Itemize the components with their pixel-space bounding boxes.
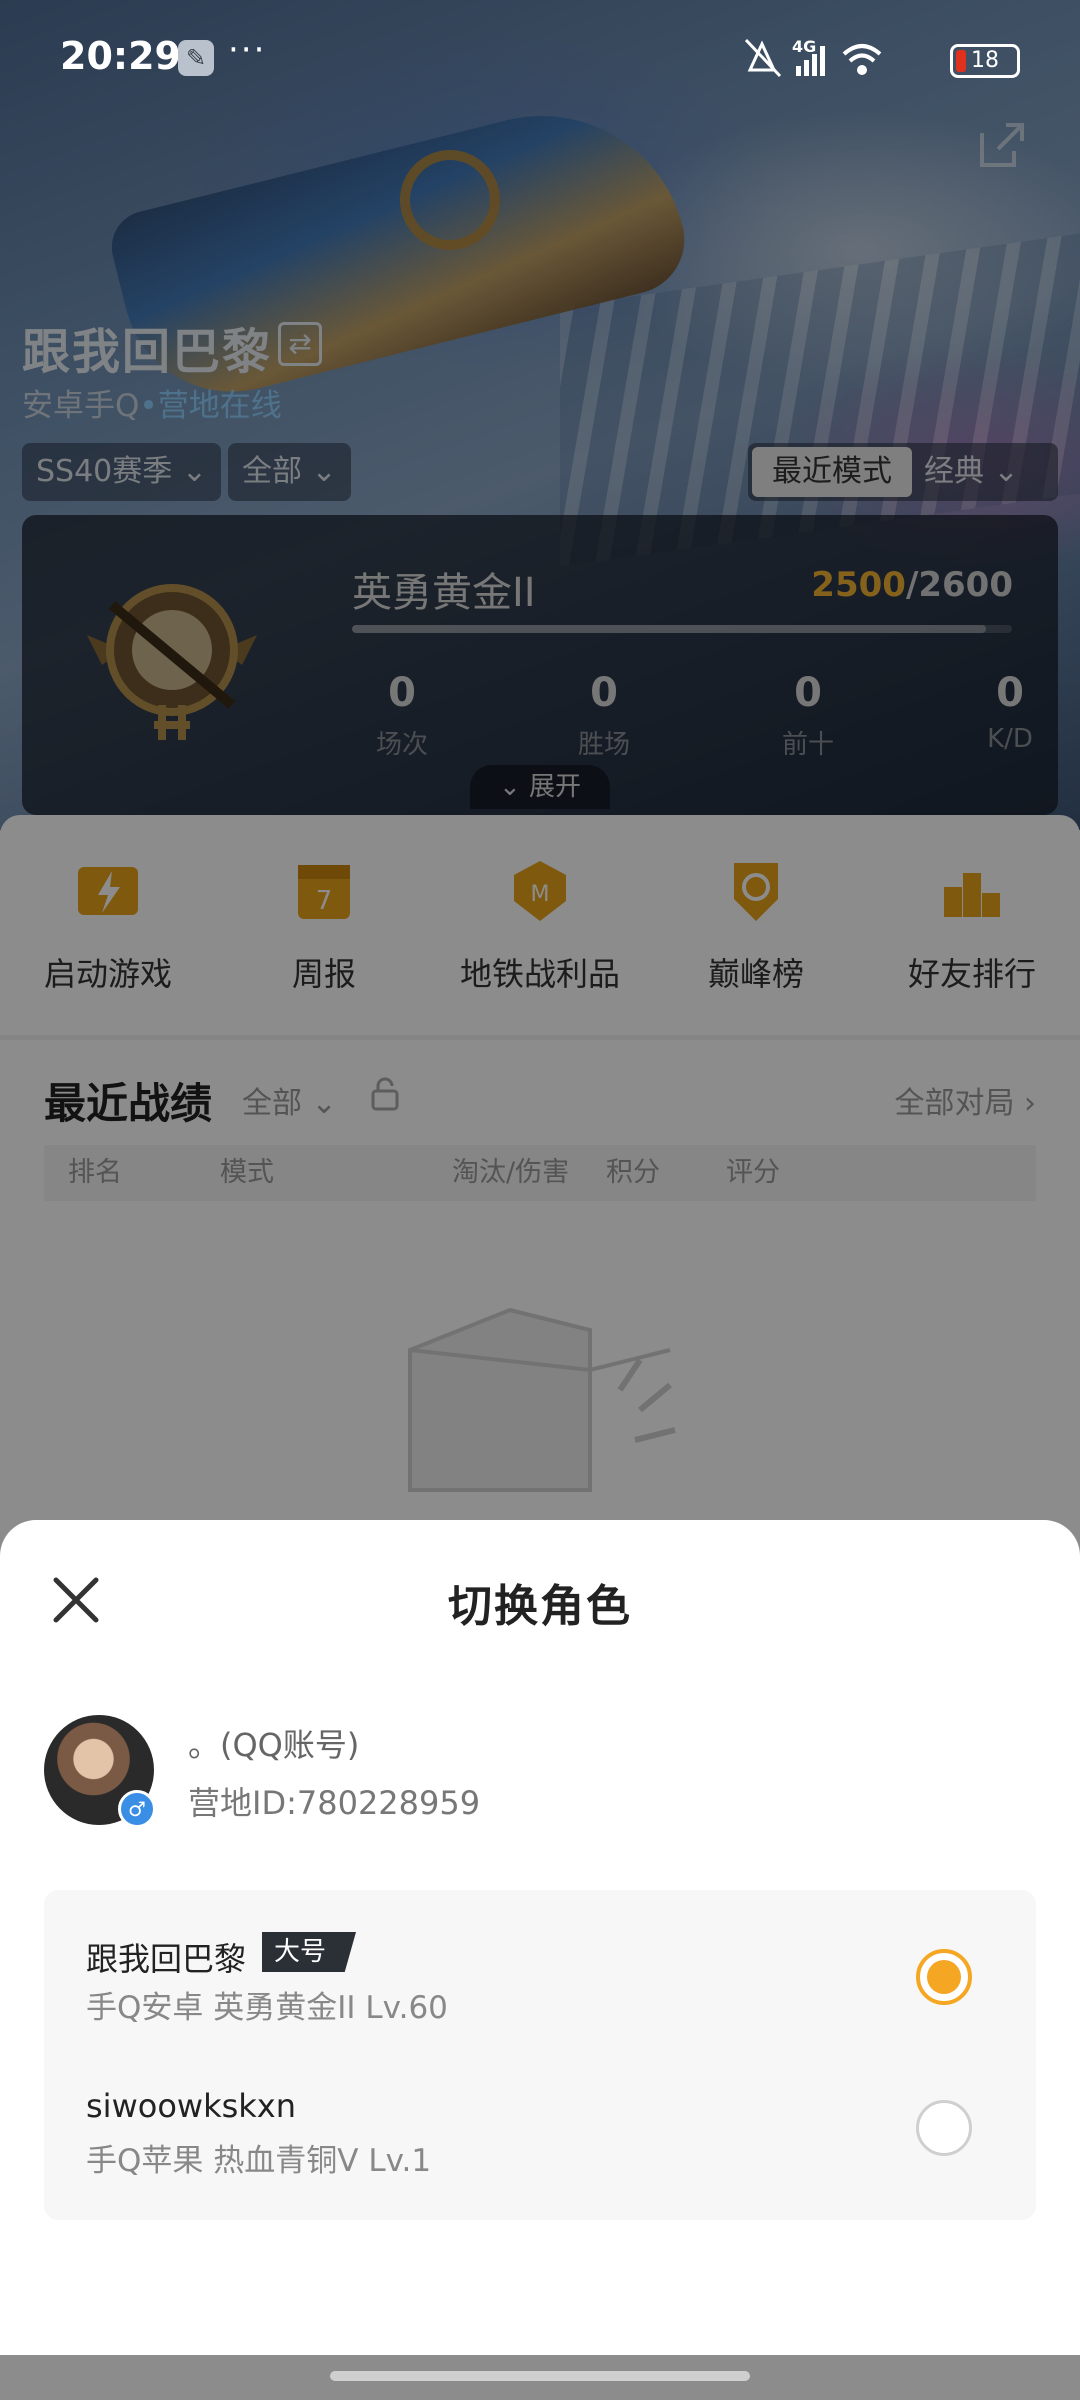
role-item-main[interactable]: 跟我回巴黎 大号 手Q安卓 英勇黄金II Lv.60: [44, 1890, 1036, 2040]
role-item-alt[interactable]: siwoowkskxn 手Q苹果 热血青铜V Lv.1: [44, 2040, 1036, 2190]
status-time: 20:29: [60, 34, 181, 78]
main-account-badge: 大号: [262, 1932, 357, 1972]
mute-icon: [744, 38, 782, 78]
more-notifications-icon: ···: [228, 30, 267, 70]
battery-percent: 18: [971, 48, 999, 73]
role-radio-selected[interactable]: [916, 1949, 972, 2005]
home-indicator[interactable]: [330, 2371, 750, 2381]
role-name: 跟我回巴黎: [86, 1940, 247, 1978]
battery-icon: 18: [950, 44, 1020, 78]
role-name: siwoowkskxn: [86, 2087, 297, 2125]
role-radio-unselected[interactable]: [916, 2100, 972, 2156]
account-id: 营地ID:780228959: [188, 1784, 481, 1822]
role-detail: 手Q安卓 英勇黄金II Lv.60: [86, 1990, 448, 2026]
sheet-title: 切换角色: [448, 1581, 632, 1632]
male-gender-icon: ♂: [118, 1790, 156, 1828]
wifi-icon: [842, 44, 882, 75]
role-detail: 手Q苹果 热血青铜V Lv.1: [86, 2143, 432, 2179]
wrench-icon: ✎: [178, 40, 214, 76]
switch-role-sheet: 切换角色 ♂ 。(QQ账号) 营地ID:780228959 跟我回巴黎 大号 手…: [0, 1520, 1080, 2355]
role-list: 跟我回巴黎 大号 手Q安卓 英勇黄金II Lv.60 siwoowkskxn 手…: [44, 1890, 1036, 2220]
status-bar: 20:29 ✎ ··· 4G 18: [0, 0, 1080, 110]
account-name: 。(QQ账号): [188, 1726, 360, 1764]
network-type: 4G: [792, 37, 816, 56]
